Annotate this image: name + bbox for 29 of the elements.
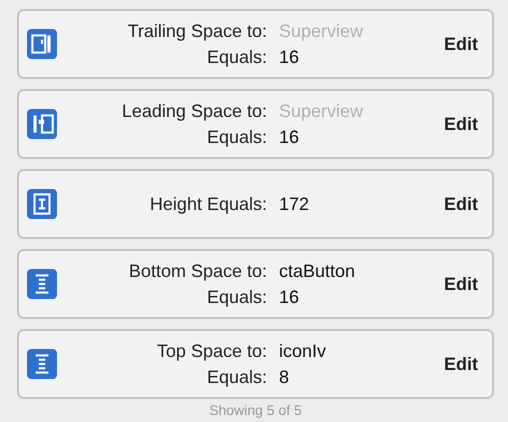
constraint-value: 16 bbox=[279, 126, 300, 148]
constraint-value: iconIv bbox=[279, 340, 328, 362]
constraint-value: ctaButton bbox=[279, 260, 356, 282]
footer-text: Showing 5 of 5 bbox=[209, 402, 302, 418]
constraint-value: Superview bbox=[279, 100, 364, 122]
constraint-label: Equals: bbox=[206, 126, 267, 148]
edit-button[interactable]: Edit bbox=[444, 193, 478, 215]
constraint-icon bbox=[27, 29, 57, 59]
constraint-value: Superview bbox=[279, 20, 364, 42]
constraint-icon bbox=[27, 349, 57, 379]
constraint-value: 16 bbox=[279, 46, 300, 68]
constraint-icon bbox=[27, 269, 57, 299]
constraint-label: Height Equals: bbox=[148, 193, 267, 215]
constraint-label: Equals: bbox=[206, 366, 267, 388]
edit-button[interactable]: Edit bbox=[444, 33, 478, 55]
constraint-icon bbox=[27, 189, 57, 219]
constraint-label: Equals: bbox=[206, 46, 267, 68]
constraint-value: 172 bbox=[279, 193, 310, 215]
constraint-label: Equals: bbox=[206, 286, 267, 308]
constraint-label: Bottom Space to: bbox=[128, 260, 267, 282]
edit-button[interactable]: Edit bbox=[444, 353, 478, 375]
constraint-value: 8 bbox=[279, 366, 290, 388]
constraint-label: Trailing Space to: bbox=[126, 20, 267, 42]
constraint-label: Top Space to: bbox=[156, 340, 267, 362]
constraint-icon bbox=[27, 109, 57, 139]
edit-button[interactable]: Edit bbox=[444, 113, 478, 135]
constraint-label: Leading Space to: bbox=[120, 100, 267, 122]
edit-button[interactable]: Edit bbox=[444, 273, 478, 295]
constraint-value: 16 bbox=[279, 286, 300, 308]
